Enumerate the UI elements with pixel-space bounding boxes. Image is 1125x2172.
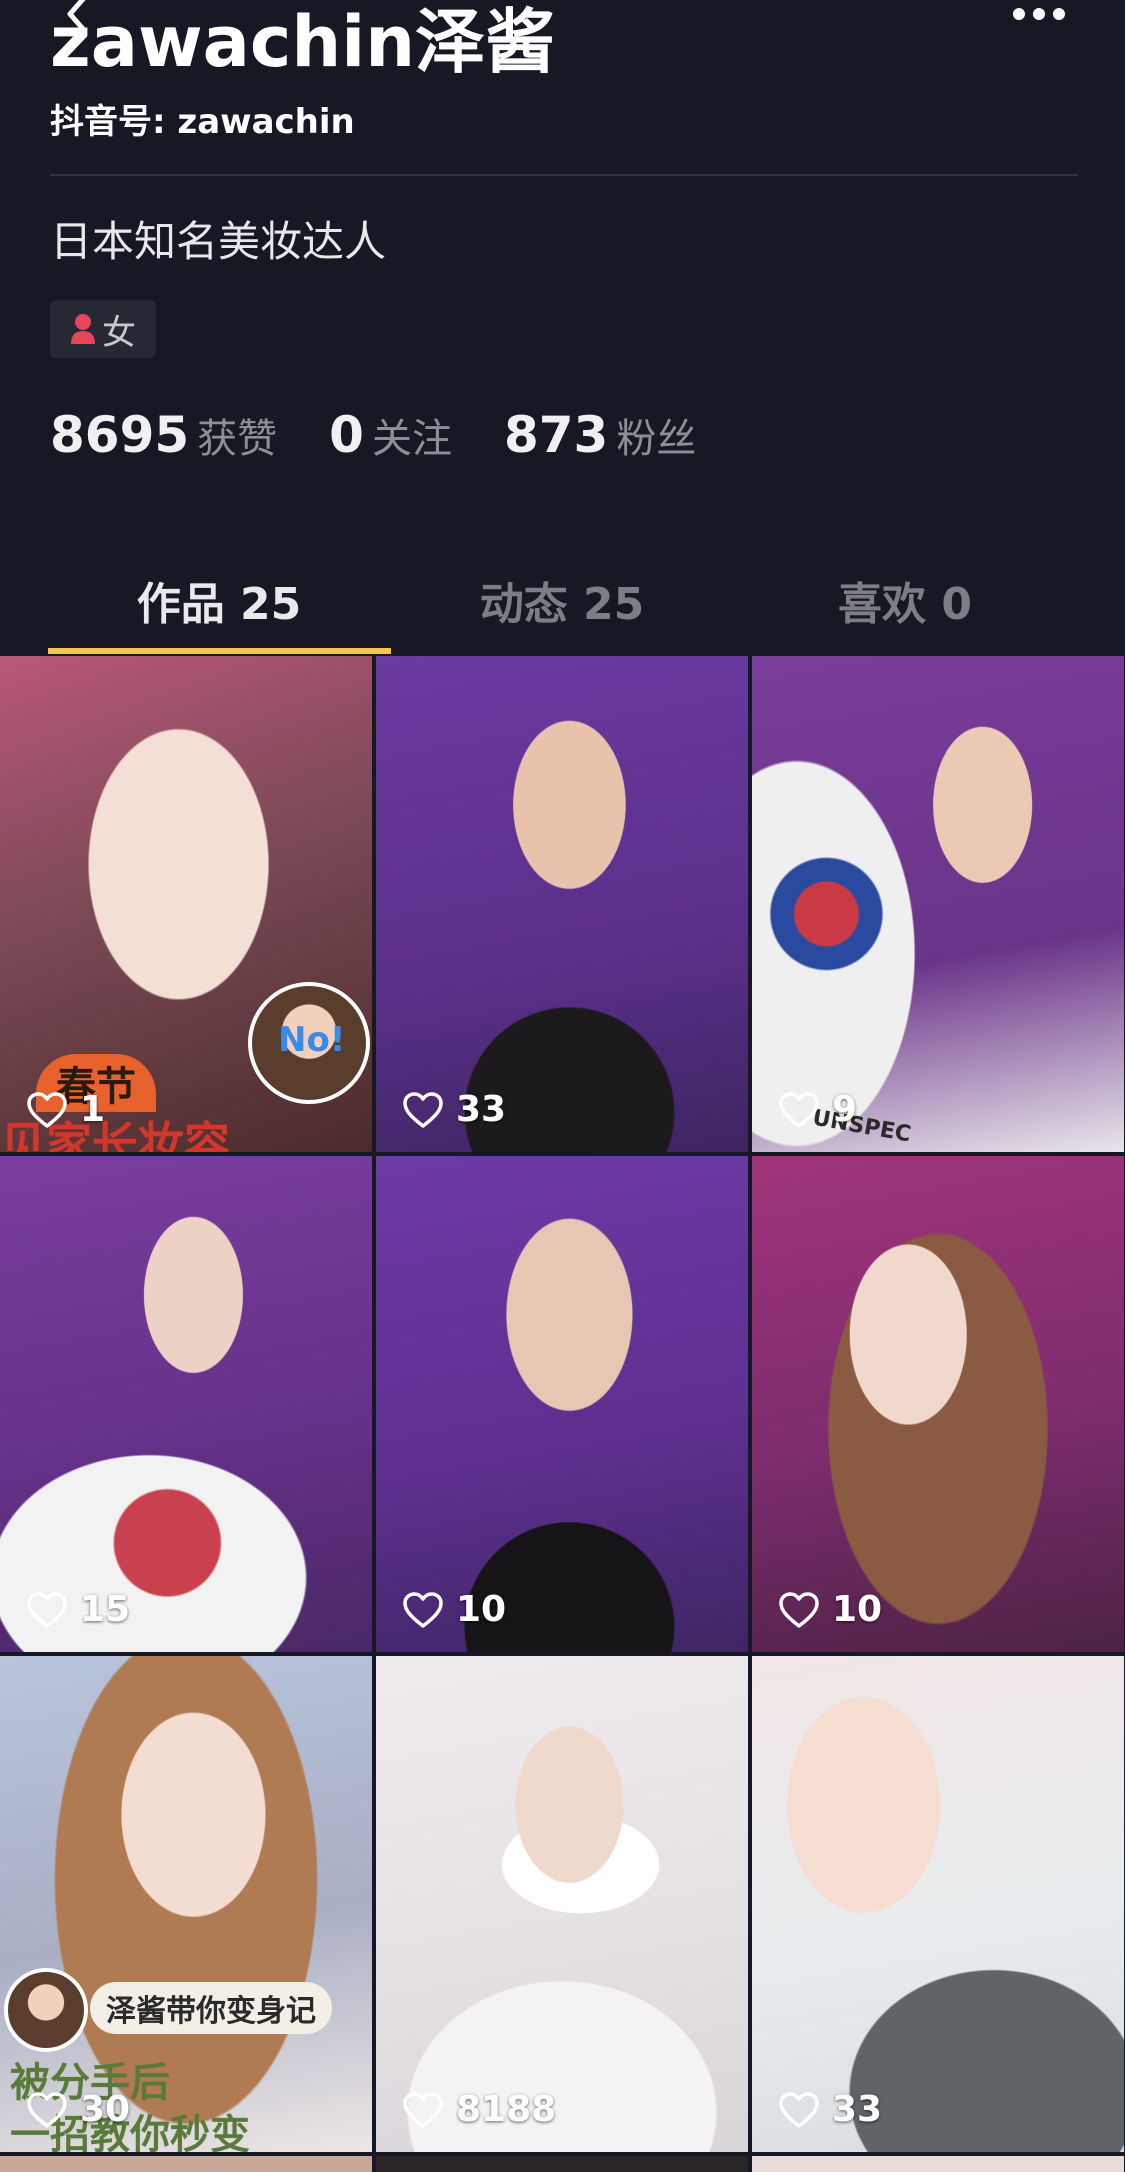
profile-tabs: 作品 25 动态 25 喜欢 0 [0, 548, 1125, 656]
like-count-value: 10 [832, 1589, 883, 1630]
video-thumbnail[interactable]: 8188 [376, 1656, 748, 2152]
like-count-value: 33 [832, 2089, 883, 2130]
like-count-value: 1 [80, 1089, 106, 1130]
tab-active-indicator [48, 648, 391, 654]
stat-following-label[interactable]: 关注 [372, 406, 452, 464]
gender-tag: 女 [50, 300, 156, 358]
heart-outline-icon [403, 1091, 443, 1128]
like-count-value: 10 [456, 1589, 507, 1630]
tab-posts[interactable]: 动态 25 [391, 568, 733, 632]
douyin-id: 抖音号: zawachin [50, 102, 355, 142]
heart-outline-icon [779, 2091, 819, 2128]
heart-outline-icon [779, 1591, 819, 1628]
like-count: 33 [402, 1089, 506, 1130]
video-thumbnail[interactable]: 10 [752, 1156, 1124, 1652]
profile-nickname: zawachin泽酱 [50, 1, 556, 83]
tab-likes[interactable]: 喜欢 0 [734, 568, 1076, 632]
stat-followers-label[interactable]: 粉丝 [616, 406, 696, 464]
female-user-icon [71, 314, 95, 344]
video-thumbnail[interactable]: 10 [376, 1156, 748, 1652]
more-dots-icon[interactable] [1011, 4, 1067, 24]
video-thumbnail[interactable] [752, 2156, 1124, 2172]
profile-stats: 8695 获赞 0 关注 873 粉丝 [50, 406, 748, 464]
gender-label: 女 [102, 312, 136, 353]
like-count: 30 [26, 2089, 130, 2130]
heart-outline-icon [27, 1591, 67, 1628]
video-thumbnail[interactable]: 泽酱带你变身记 被分手后 一招教你秒变 30 [0, 1656, 372, 2152]
like-count: 1 [26, 1089, 105, 1130]
heart-outline-icon [403, 1591, 443, 1628]
stat-following-value[interactable]: 0 [329, 406, 364, 464]
heart-outline-icon [27, 1091, 67, 1128]
stat-followers-value[interactable]: 873 [504, 406, 608, 464]
like-count: 10 [778, 1589, 882, 1630]
profile-header: zawachin泽酱 抖音号: zawachin 日本知名美妆达人 女 8695… [0, 0, 1125, 660]
like-count: 33 [778, 2089, 882, 2130]
video-thumbnail[interactable] [0, 2156, 372, 2172]
video-sticker-text: No! [278, 1020, 346, 1060]
video-thumbnail[interactable]: 15 [0, 1156, 372, 1652]
like-count: 8188 [402, 2089, 556, 2130]
video-thumbnail[interactable]: 33 [752, 1656, 1124, 2152]
video-thumbnail[interactable]: No! 春节 见家长妆容 1 [0, 656, 372, 1152]
sticker-avatar [4, 1968, 88, 2052]
stat-likes-value[interactable]: 8695 [50, 406, 189, 464]
heart-outline-icon [779, 1091, 819, 1128]
tab-works[interactable]: 作品 25 [48, 568, 390, 632]
like-count-value: 30 [80, 2089, 131, 2130]
video-thumbnail[interactable]: 33 [376, 656, 748, 1152]
like-count-value: 33 [456, 1089, 507, 1130]
like-count: 15 [26, 1589, 130, 1630]
like-count: 10 [402, 1589, 506, 1630]
stat-likes-label[interactable]: 获赞 [197, 406, 277, 464]
like-count-value: 8188 [456, 2089, 557, 2130]
header-divider [50, 174, 1078, 176]
video-thumbnail[interactable] [376, 2156, 748, 2172]
profile-bio: 日本知名美妆达人 [50, 217, 387, 266]
heart-outline-icon [27, 2091, 67, 2128]
like-count-value: 9 [832, 1089, 858, 1130]
video-overlay-text: 泽酱带你变身记 [90, 1982, 332, 2034]
heart-outline-icon [403, 2091, 443, 2128]
like-count: 9 [778, 1089, 857, 1130]
like-count-value: 15 [80, 1589, 131, 1630]
video-thumbnail[interactable]: UNSPEC 9 [752, 656, 1124, 1152]
